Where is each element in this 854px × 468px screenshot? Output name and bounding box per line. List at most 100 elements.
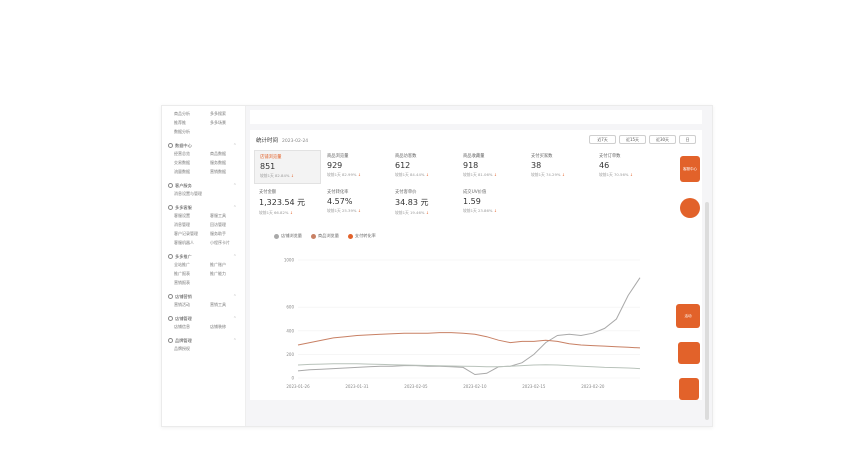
sidebar-item[interactable]: 营销工具 [210, 301, 246, 308]
y-tick-label: 0 [291, 376, 294, 381]
group-icon [168, 183, 173, 188]
sidebar-item[interactable]: 推广能力 [210, 270, 246, 277]
sidebar-nav: 商品分析 多多搜索 推荐推 多多场景 数据分析 数据中心 ⌃ 经营总览 商品数据 交易数据 服务数据… [162, 106, 246, 426]
sidebar-group-head[interactable]: 店铺营销 ⌃ [168, 292, 245, 301]
helper-icon[interactable] [680, 198, 700, 218]
sidebar-item[interactable]: 推荐推 [174, 119, 210, 126]
float-label: 客服中心 [683, 167, 697, 171]
group-label: 店铺营销 [175, 293, 192, 299]
stage: 商品分析 多多搜索 推荐推 多多场景 数据分析 数据中心 ⌃ 经营总览 商品数据 交易数据 服务数据… [0, 0, 854, 468]
sidebar-group-head[interactable]: 客户服务 ⌃ [168, 181, 245, 190]
group-label: 多多推广 [175, 253, 192, 259]
sidebar-item[interactable]: 回访管理 [210, 221, 246, 228]
chevron-up-icon: ⌃ [232, 253, 237, 260]
x-tick-label: 2023-02-20 [581, 384, 605, 389]
promo-icon[interactable] [678, 342, 700, 364]
browser-window: 商品分析 多多搜索 推荐推 多多场景 数据分析 数据中心 ⌃ 经营总览 商品数据 交易数据 服务数据… [161, 105, 713, 427]
group-icon [168, 294, 173, 299]
series-line-2 [297, 332, 641, 349]
sidebar-item[interactable] [210, 279, 246, 286]
sidebar-item[interactable]: 客服机器人 [174, 239, 210, 246]
sidebar-item[interactable]: 营销数据 [210, 168, 246, 175]
chevron-up-icon: ⌃ [232, 337, 237, 344]
sidebar-group: 品牌管理 ⌃ 品牌授权 [168, 336, 245, 352]
sidebar-group: 商品分析 多多搜索 推荐推 多多场景 数据分析 [168, 110, 245, 135]
x-tick-label: 2023-02-15 [522, 384, 546, 389]
stats-panel: 统计时间 2023-02-24 近7天 近15天 近30天 日 店铺浏览量 851 较… [250, 130, 702, 400]
sidebar-group-head[interactable]: 数据中心 ⌃ [168, 141, 245, 150]
sidebar-item[interactable]: 品牌授权 [174, 345, 210, 352]
sidebar-group-head[interactable]: 店铺管理 ⌃ [168, 314, 245, 323]
group-icon [168, 254, 173, 259]
sidebar-group: 店铺营销 ⌃ 营销活动 营销工具 [168, 292, 245, 308]
series-line-1 [297, 277, 641, 376]
sidebar-item[interactable]: 营销报表 [174, 279, 210, 286]
activity-button[interactable]: 活动 [676, 304, 700, 328]
y-tick-label: 1000 [284, 258, 295, 263]
sidebar-item[interactable]: 多多搜索 [210, 110, 246, 117]
sidebar-item[interactable]: 店铺装修 [210, 323, 246, 330]
sidebar-group: 数据中心 ⌃ 经营总览 商品数据 交易数据 服务数据 流量数据 营销数据 [168, 141, 245, 175]
customer-service-button[interactable]: 客服中心 [680, 156, 700, 182]
chevron-up-icon: ⌃ [232, 182, 237, 189]
sidebar-group-head[interactable]: 品牌管理 ⌃ [168, 336, 245, 345]
sidebar-item[interactable]: 消息管理 [174, 221, 210, 228]
x-tick-label: 2023-02-05 [404, 384, 428, 389]
sidebar-item[interactable] [210, 128, 246, 135]
sidebar-item[interactable]: 流量数据 [174, 168, 210, 175]
group-icon [168, 205, 173, 210]
sidebar-item[interactable]: 多多场景 [210, 119, 246, 126]
sidebar-group: 多多客服 ⌃ 客服设置 客服工具 消息管理 回访管理 客户记录管理 服务助手 客服机器人 小程序卡… [168, 203, 245, 246]
sidebar-items: 经营总览 商品数据 交易数据 服务数据 流量数据 营销数据 [174, 150, 245, 175]
group-label: 多多客服 [175, 204, 192, 210]
sidebar-item[interactable]: 客服工具 [210, 212, 246, 219]
sidebar-item[interactable]: 服务助手 [210, 230, 246, 237]
sidebar-item[interactable]: 商品分析 [174, 110, 210, 117]
sidebar-item[interactable]: 客服设置 [174, 212, 210, 219]
sidebar-items: 全站推广 推广账户 推广报表 推广能力 营销报表 [174, 261, 245, 286]
sidebar-group: 客户服务 ⌃ 消息设置与管理 [168, 181, 245, 197]
sidebar-item[interactable]: 交易数据 [174, 159, 210, 166]
sidebar-item[interactable]: 小程序卡片 [210, 239, 246, 246]
sidebar-item[interactable]: 服务数据 [210, 159, 246, 166]
vertical-scrollbar[interactable] [705, 202, 709, 420]
group-icon [168, 316, 173, 321]
sidebar-items: 客服设置 客服工具 消息管理 回访管理 客户记录管理 服务助手 客服机器人 小程序卡片 [174, 212, 245, 246]
chevron-up-icon: ⌃ [232, 142, 237, 149]
sidebar-items: 店铺信息 店铺装修 [174, 323, 245, 330]
top-bar [250, 110, 702, 124]
trend-chart: 0 200 400 600 1000 2023-01-26 2023-01-31 2023-0… [284, 258, 641, 389]
group-label: 店铺管理 [175, 315, 192, 321]
sidebar-items: 品牌授权 [174, 345, 245, 352]
feedback-icon[interactable] [679, 378, 699, 400]
sidebar-item[interactable]: 消息设置与管理 [174, 190, 210, 197]
sidebar-item[interactable]: 营销活动 [174, 301, 210, 308]
sidebar-group: 多多推广 ⌃ 全站推广 推广账户 推广报表 推广能力 营销报表 [168, 252, 245, 286]
sidebar-item[interactable]: 经营总览 [174, 150, 210, 157]
x-tick-label: 2023-02-10 [463, 384, 487, 389]
group-label: 数据中心 [175, 142, 192, 148]
y-tick-label: 200 [286, 352, 294, 357]
y-tick-label: 400 [286, 328, 294, 333]
sidebar-item[interactable]: 商品数据 [210, 150, 246, 157]
sidebar-item[interactable]: 数据分析 [174, 128, 210, 135]
sidebar-item[interactable]: 推广账户 [210, 261, 246, 268]
x-tick-label: 2023-01-31 [345, 384, 369, 389]
sidebar-item[interactable]: 全站推广 [174, 261, 210, 268]
float-label: 活动 [684, 314, 692, 318]
sidebar-item[interactable]: 客户记录管理 [174, 230, 210, 237]
sidebar-items: 营销活动 营销工具 [174, 301, 245, 308]
group-icon [168, 143, 173, 148]
sidebar-item[interactable] [210, 190, 246, 197]
group-label: 客户服务 [175, 182, 192, 188]
sidebar-group: 店铺管理 ⌃ 店铺信息 店铺装修 [168, 314, 245, 330]
chevron-up-icon: ⌃ [232, 293, 237, 300]
group-label: 品牌管理 [175, 337, 192, 343]
sidebar-items: 商品分析 多多搜索 推荐推 多多场景 数据分析 [174, 110, 245, 135]
sidebar-item[interactable]: 推广报表 [174, 270, 210, 277]
x-tick-label: 2023-01-26 [286, 384, 310, 389]
sidebar-item[interactable] [210, 345, 246, 352]
sidebar-group-head[interactable]: 多多客服 ⌃ [168, 203, 245, 212]
sidebar-group-head[interactable]: 多多推广 ⌃ [168, 252, 245, 261]
sidebar-item[interactable]: 店铺信息 [174, 323, 210, 330]
